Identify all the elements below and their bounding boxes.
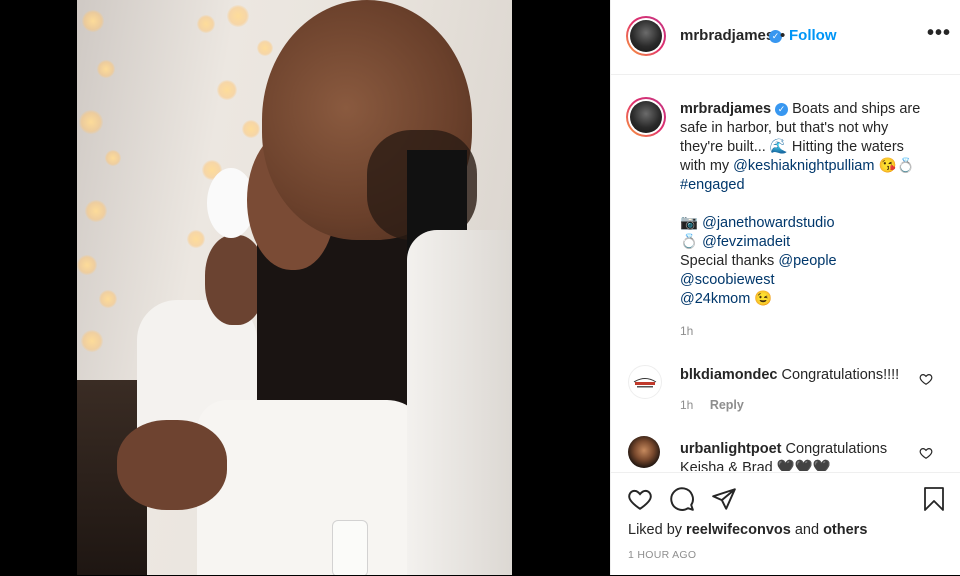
bokeh-light: [77, 255, 97, 275]
bokeh-light: [99, 290, 117, 308]
like-comment-heart-icon[interactable]: [919, 446, 933, 460]
header-username[interactable]: mrbradjames: [680, 27, 774, 44]
caption-text: they're built...: [680, 139, 770, 155]
bokeh-light: [85, 200, 107, 222]
comment: urbanlightpoet Congratulations Keisha & …: [680, 440, 910, 471]
comment-username[interactable]: blkdiamondec: [680, 367, 778, 383]
bokeh-light: [79, 110, 103, 134]
avatar[interactable]: [626, 16, 666, 56]
like-heart-icon[interactable]: [627, 486, 653, 512]
action-bar: Liked by reelwifeconvos and others 1 HOU…: [611, 472, 960, 576]
ring-emoji: 💍: [680, 234, 699, 250]
bokeh-light: [227, 5, 249, 27]
caption-avatar[interactable]: [626, 97, 666, 137]
kiss-ring-emoji: 😘💍: [878, 158, 915, 174]
woman-hand: [117, 420, 227, 510]
post-sidebar: mrbradjames ✓ • Follow ••• mrbradjames ✓ …: [610, 0, 960, 575]
mention-link[interactable]: @fevzimadeit: [702, 234, 790, 250]
man-jacket: [407, 230, 512, 575]
child-face: [205, 235, 265, 325]
save-bookmark-icon[interactable]: [922, 486, 946, 512]
liked-by: Liked by reelwifeconvos and others: [628, 522, 867, 538]
bokeh-light: [257, 40, 273, 56]
like-comment-heart-icon[interactable]: [919, 372, 933, 386]
comment-text: Keisha & Brad 🖤🖤🖤: [680, 460, 831, 471]
bokeh-light: [242, 120, 260, 138]
mention-link[interactable]: @people: [778, 253, 836, 269]
bokeh-light: [197, 15, 215, 33]
liked-by-text: and: [790, 522, 824, 538]
liked-by-others-link[interactable]: others: [823, 522, 867, 538]
comment: blkdiamondec Congratulations!!!!: [680, 366, 899, 385]
share-send-icon[interactable]: [711, 486, 737, 512]
comment-time[interactable]: 1h: [680, 398, 693, 412]
mention-link[interactable]: @24kmom: [680, 291, 750, 307]
caption-text: Hitting the waters: [787, 139, 904, 155]
bokeh-light: [81, 330, 103, 352]
bokeh-light: [187, 230, 205, 248]
champagne-glass: [332, 520, 368, 575]
liked-by-user[interactable]: reelwifeconvos: [686, 522, 791, 538]
comment-avatar[interactable]: [628, 365, 662, 399]
comment-meta: 1h Reply: [680, 396, 744, 414]
caption-time[interactable]: 1h: [680, 322, 950, 341]
mention-link[interactable]: @keshiaknightpulliam: [733, 158, 874, 174]
wink-emoji: 😉: [754, 291, 773, 307]
brand-logo-icon: [633, 378, 657, 388]
comments-scroll-area[interactable]: mrbradjames ✓ Boats and ships are safe in…: [611, 75, 960, 471]
hashtag-link[interactable]: #engaged: [680, 176, 950, 195]
post-photo[interactable]: [77, 0, 512, 575]
verified-badge-icon: ✓: [775, 102, 789, 116]
mention-link[interactable]: @janethowardstudio: [702, 215, 834, 231]
caption-text: Boats and ships are: [792, 101, 921, 117]
mention-link[interactable]: @scoobiewest: [680, 271, 950, 290]
caption-text: Special thanks: [680, 253, 779, 269]
liked-by-text: Liked by: [628, 522, 687, 538]
camera-emoji: 📷: [680, 215, 699, 231]
comment-username[interactable]: urbanlightpoet: [680, 441, 782, 457]
follow-button[interactable]: Follow: [789, 27, 837, 44]
comment-bubble-icon[interactable]: [669, 486, 695, 512]
bokeh-light: [82, 10, 104, 32]
comment-text: Congratulations: [785, 441, 888, 457]
follow-separator: •: [780, 27, 786, 44]
bokeh-light: [217, 80, 237, 100]
post-header: mrbradjames ✓ • Follow •••: [611, 0, 960, 75]
caption: mrbradjames ✓ Boats and ships are safe in…: [680, 100, 950, 341]
wave-emoji: 🌊: [769, 139, 788, 155]
post-timestamp[interactable]: 1 HOUR AGO: [628, 549, 696, 561]
comment-avatar[interactable]: [628, 436, 660, 468]
bokeh-light: [97, 60, 115, 78]
comment-text: Congratulations!!!!: [781, 367, 900, 383]
caption-text: safe in harbor, but that's not why: [680, 120, 889, 136]
caption-text: with my: [680, 158, 734, 174]
caption-username[interactable]: mrbradjames: [680, 101, 771, 117]
bokeh-light: [105, 150, 121, 166]
more-options-icon[interactable]: •••: [927, 22, 951, 45]
woman-dress: [197, 400, 427, 575]
reply-button[interactable]: Reply: [710, 398, 744, 412]
